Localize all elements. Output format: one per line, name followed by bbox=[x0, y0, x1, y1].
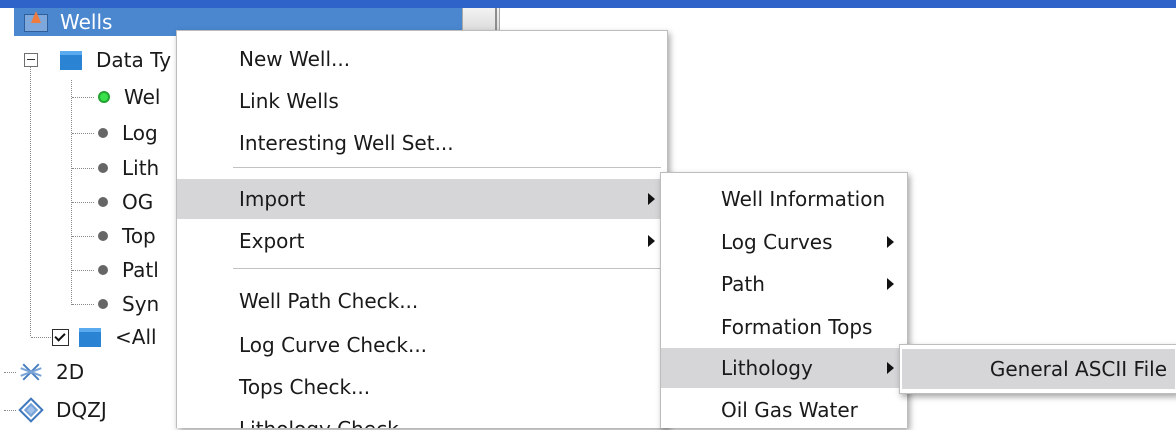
tree-item-child[interactable]: Syn bbox=[98, 288, 159, 320]
arrow-right-icon bbox=[887, 236, 894, 248]
menu-item-label: Well Path Check... bbox=[239, 289, 419, 313]
status-dot-icon bbox=[98, 197, 108, 207]
tree-item-dqzj[interactable]: DQZJ bbox=[18, 394, 107, 426]
tree-item-label: Lith bbox=[122, 156, 160, 180]
tree-item-child[interactable]: OG bbox=[98, 186, 153, 218]
tree-item-child[interactable]: Top bbox=[98, 220, 156, 252]
menu-item-label: Well Information bbox=[721, 187, 886, 211]
menu-item-label: Export bbox=[239, 229, 305, 253]
menu-item-label: New Well... bbox=[239, 47, 351, 71]
arrow-right-icon bbox=[887, 278, 894, 290]
folder-icon bbox=[79, 327, 101, 347]
tree-guide-line bbox=[72, 270, 94, 271]
tree-item-label: Wells bbox=[60, 10, 113, 34]
menu-item-label: Lithology bbox=[721, 356, 813, 380]
menu-item-label: Interesting Well Set... bbox=[239, 131, 454, 155]
checkbox-checked[interactable] bbox=[52, 328, 69, 346]
context-menu: New Well... Link Wells Interesting Well … bbox=[176, 30, 668, 428]
tree-item-child[interactable]: Patl bbox=[98, 254, 159, 286]
tree-item-child[interactable]: Lith bbox=[98, 152, 159, 184]
status-dot-icon bbox=[98, 231, 108, 241]
import-submenu: Well Information Log Curves Path Formati… bbox=[660, 172, 908, 428]
tree-guide-line bbox=[71, 80, 72, 305]
tree-guide-line bbox=[72, 304, 94, 305]
menu-item-lithology[interactable]: Lithology bbox=[661, 348, 899, 388]
tree-item-label: Log bbox=[122, 121, 158, 145]
tree-item-2d[interactable]: 2D bbox=[20, 356, 84, 388]
menu-item-well-path-check[interactable]: Well Path Check... bbox=[177, 281, 667, 321]
tree-item-label: <All bbox=[115, 325, 157, 349]
menu-item-new-well[interactable]: New Well... bbox=[177, 39, 667, 79]
folder-icon bbox=[60, 50, 82, 70]
tree-item-child[interactable]: Log bbox=[98, 117, 158, 149]
tree-guide-line bbox=[72, 236, 94, 237]
menu-item-log-curve-check[interactable]: Log Curve Check... bbox=[177, 325, 667, 365]
menu-item-general-ascii-file[interactable]: General ASCII File bbox=[902, 349, 1175, 389]
2d-survey-icon bbox=[20, 361, 42, 383]
tree-item-label: Wel bbox=[124, 85, 161, 109]
tree-item-all[interactable]: <All bbox=[52, 321, 157, 353]
tree-guide-line bbox=[72, 133, 94, 134]
status-dot-icon bbox=[98, 299, 108, 309]
menu-item-export[interactable]: Export bbox=[177, 221, 667, 261]
menu-item-oil-gas-water[interactable]: Oil Gas Water bbox=[661, 390, 907, 430]
menu-item-log-curves[interactable]: Log Curves bbox=[661, 222, 907, 262]
wells-icon bbox=[18, 11, 52, 33]
window-top-bar bbox=[0, 0, 1176, 8]
menu-item-interesting-well-set[interactable]: Interesting Well Set... bbox=[177, 123, 667, 163]
tree-item-child[interactable]: Wel bbox=[98, 81, 160, 113]
tree-item-label: Data Ty bbox=[96, 48, 172, 72]
menu-item-label: General ASCII File bbox=[989, 357, 1167, 381]
tree-guide-line bbox=[72, 202, 94, 203]
dqzj-icon bbox=[18, 397, 44, 423]
menu-item-import[interactable]: Import bbox=[177, 179, 667, 219]
menu-item-tops-check[interactable]: Tops Check... bbox=[177, 367, 667, 407]
tree-guide-line bbox=[31, 337, 51, 338]
menu-item-link-wells[interactable]: Link Wells bbox=[177, 81, 667, 121]
collapse-toggle-icon[interactable] bbox=[24, 53, 38, 67]
status-dot-icon bbox=[98, 163, 108, 173]
tree-guide-line bbox=[72, 97, 94, 98]
arrow-right-icon bbox=[887, 362, 894, 374]
arrow-right-icon bbox=[648, 193, 655, 205]
menu-item-well-information[interactable]: Well Information bbox=[661, 179, 907, 219]
status-dot-icon bbox=[98, 128, 108, 138]
menu-separator bbox=[233, 268, 661, 269]
tree-item-label: Syn bbox=[122, 292, 160, 316]
menu-item-label: Link Wells bbox=[239, 89, 339, 113]
menu-item-label: Formation Tops bbox=[721, 315, 873, 339]
menu-item-label: Lithology Check... bbox=[239, 417, 418, 428]
menu-item-label: Import bbox=[239, 187, 306, 211]
tree-item-label: Top bbox=[122, 224, 156, 248]
lithology-submenu: General ASCII File bbox=[899, 344, 1176, 394]
menu-item-path[interactable]: Path bbox=[661, 264, 907, 304]
tree-item-label: Patl bbox=[122, 258, 159, 282]
status-dot-icon bbox=[98, 91, 110, 103]
tree-item-label: OG bbox=[122, 190, 154, 214]
menu-item-label: Tops Check... bbox=[239, 375, 371, 399]
tree-guide-line bbox=[4, 410, 16, 411]
tree-item-label: 2D bbox=[56, 360, 85, 384]
menu-separator bbox=[233, 167, 661, 168]
menu-item-label: Oil Gas Water bbox=[721, 398, 858, 422]
tree-guide-line bbox=[4, 372, 16, 373]
tree-item-data-types[interactable]: Data Ty bbox=[60, 44, 171, 76]
tree-item-label: DQZJ bbox=[56, 398, 107, 422]
status-dot-icon bbox=[98, 265, 108, 275]
menu-item-label: Path bbox=[721, 272, 765, 296]
arrow-right-icon bbox=[648, 235, 655, 247]
menu-item-label: Log Curves bbox=[721, 230, 833, 254]
menu-item-formation-tops[interactable]: Formation Tops bbox=[661, 307, 907, 347]
tree-guide-line bbox=[30, 66, 31, 336]
menu-item-label: Log Curve Check... bbox=[239, 333, 428, 357]
tree-guide-line bbox=[72, 168, 94, 169]
menu-item-lithology-check[interactable]: Lithology Check... bbox=[177, 409, 667, 428]
